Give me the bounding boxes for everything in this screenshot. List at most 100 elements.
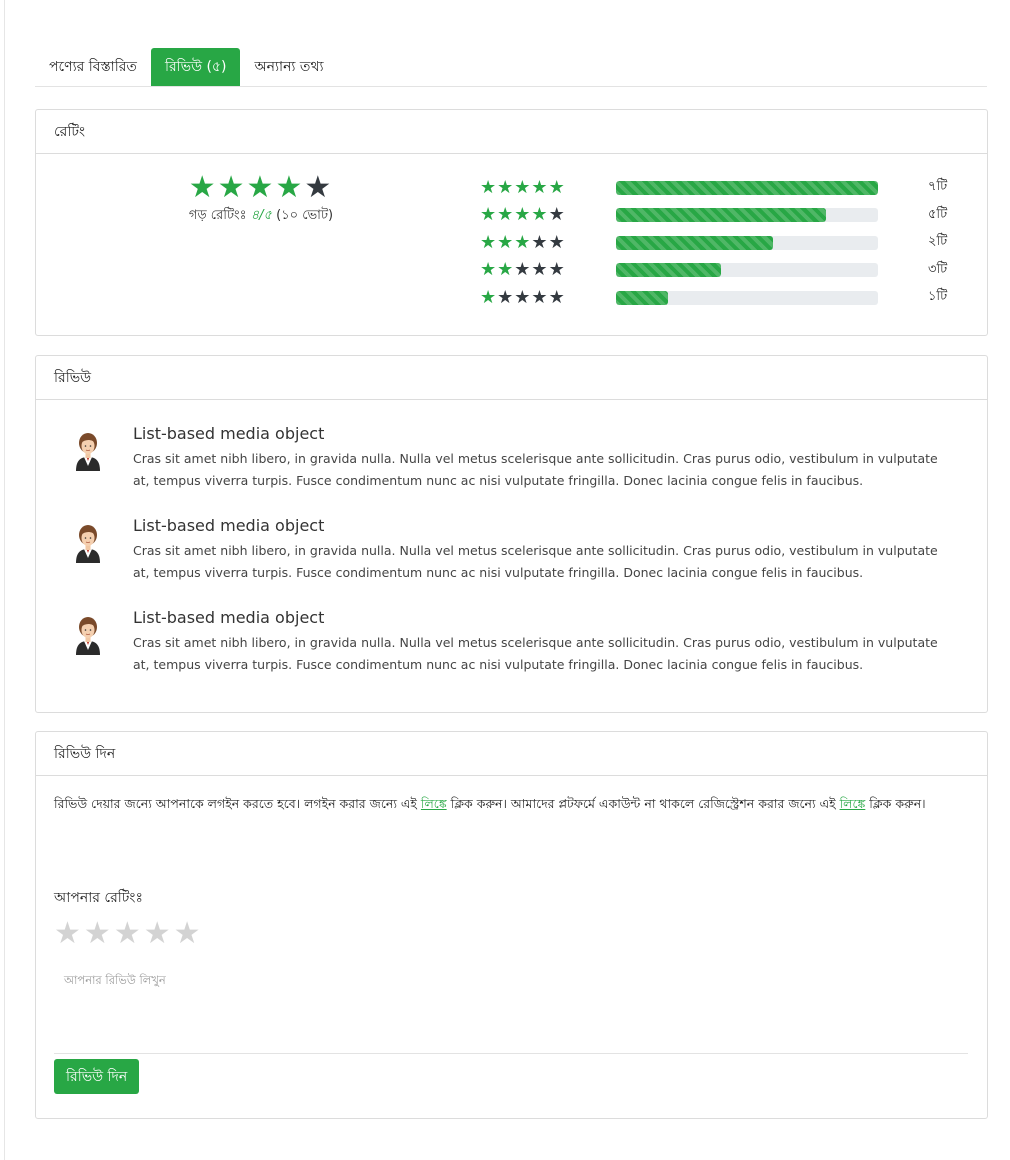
rating-distribution-row: ★★★★★ ৫টি	[480, 202, 980, 230]
average-rating-votes: (১০ ভোট)	[276, 208, 334, 223]
star-filled-icon: ★	[480, 204, 498, 226]
rating-progress-fill	[616, 208, 826, 223]
rating-progress-fill	[616, 180, 878, 195]
rating-progress-fill	[616, 290, 669, 305]
rating-row-count: ১টি	[928, 289, 948, 305]
review-body: List-based media object Cras sit amet nib…	[133, 606, 953, 676]
star-empty-icon: ★	[548, 286, 566, 308]
rating-distribution: ★★★★★ ৭টি ★★★★★ ৫টি ★★★★★ ২টি ★★★★★ ৩টি ★★★★★ ১টি	[480, 174, 980, 312]
review-title: List-based media object	[133, 424, 325, 443]
star-empty-icon: ★	[514, 259, 532, 281]
review-text: Cras sit amet nibh libero, in gravida nu…	[133, 451, 938, 488]
product-tabs: পণ্যের বিস্তারিত রিভিউ (৫) অন্যান্য তথ্য	[35, 48, 987, 87]
your-rating-label: আপনার রেটিংঃ	[54, 890, 143, 906]
write-review-panel: রিভিউ দিন রিভিউ দেয়ার জন্যে আপনাকে লগইন…	[35, 731, 988, 1119]
star-filled-icon: ★	[480, 259, 498, 281]
star-filled-icon: ★	[497, 231, 515, 253]
login-note-text-3: ক্লিক করুন।	[865, 796, 926, 811]
star-filled-icon: ★	[548, 176, 566, 198]
star-empty-icon: ★	[548, 204, 566, 226]
star-empty-icon: ★	[548, 259, 566, 281]
rating-row-stars: ★★★★★	[480, 176, 616, 198]
review-body: List-based media object Cras sit amet nib…	[133, 514, 953, 584]
login-note: রিভিউ দেয়ার জন্যে আপনাকে লগইন করতে হবে।…	[54, 794, 974, 814]
average-rating: ★★★★★ গড় রেটিংঃ ৪/৫ (১০ ভোট)	[156, 170, 366, 227]
star-filled-icon: ★	[246, 170, 276, 205]
login-note-text-1: রিভিউ দেয়ার জন্যে আপনাকে লগইন করতে হবে।…	[54, 796, 421, 811]
register-link[interactable]: লিঙ্কে	[840, 796, 866, 811]
page-left-border	[4, 0, 5, 1160]
average-rating-label: গড় রেটিংঃ	[188, 208, 247, 223]
star-filled-icon: ★	[531, 204, 549, 226]
rating-row-count: ৩টি	[928, 261, 948, 277]
review-text: Cras sit amet nibh libero, in gravida nu…	[133, 635, 938, 672]
rating-row-stars: ★★★★★	[480, 206, 616, 224]
star-filled-icon: ★	[480, 176, 498, 198]
submit-review-button[interactable]: রিভিউ দিন	[54, 1059, 140, 1094]
rating-distribution-row: ★★★★★ ৭টি	[480, 174, 980, 202]
tab-other-info[interactable]: অন্যান্য তথ্য	[240, 48, 337, 86]
rating-input-star-icon[interactable]: ★	[84, 916, 114, 951]
tab-reviews[interactable]: রিভিউ (৫)	[150, 48, 241, 86]
rating-input-star-icon[interactable]: ★	[114, 916, 144, 951]
reviews-panel: রিভিউ List-based media object Cras sit am…	[35, 355, 988, 713]
star-empty-icon: ★	[531, 286, 549, 308]
reviewer-avatar	[70, 428, 106, 472]
star-empty-icon: ★	[531, 231, 549, 253]
reviewer-avatar	[70, 612, 106, 656]
average-rating-text: গড় রেটিংঃ ৪/৫ (১০ ভোট)	[156, 206, 366, 227]
rating-progress-fill	[616, 235, 774, 250]
rating-row-count: ৫টি	[928, 206, 948, 222]
review-body: List-based media object Cras sit amet nib…	[133, 422, 953, 492]
star-empty-icon: ★	[497, 286, 515, 308]
rating-progress-bar	[616, 235, 878, 250]
star-filled-icon: ★	[531, 176, 549, 198]
star-filled-icon: ★	[514, 204, 532, 226]
rating-panel: রেটিং ★★★★★ গড় রেটিংঃ ৪/৫ (১০ ভোট) ★★★★…	[35, 109, 988, 336]
rating-distribution-row: ★★★★★ ২টি	[480, 229, 980, 257]
rating-panel-title: রেটিং	[36, 110, 987, 154]
star-empty-icon: ★	[548, 231, 566, 253]
rating-row-count: ২টি	[928, 234, 948, 250]
login-note-text-2: ক্লিক করুন। আমাদের প্লটফর্মে একাউন্ট না …	[446, 796, 840, 811]
star-filled-icon: ★	[275, 170, 305, 205]
tab-product-details[interactable]: পণ্যের বিস্তারিত	[35, 48, 151, 86]
write-review-panel-title: রিভিউ দিন	[36, 732, 987, 776]
star-filled-icon: ★	[514, 231, 532, 253]
star-filled-icon: ★	[497, 204, 515, 226]
rating-progress-bar	[616, 208, 878, 223]
rating-progress-bar	[616, 290, 878, 305]
star-filled-icon: ★	[497, 176, 515, 198]
star-empty-icon: ★	[514, 286, 532, 308]
review-textarea[interactable]	[54, 964, 968, 1054]
star-filled-icon: ★	[217, 170, 247, 205]
star-empty-icon: ★	[531, 259, 549, 281]
login-link[interactable]: লিঙ্কে	[421, 796, 447, 811]
rating-progress-bar	[616, 263, 878, 278]
rating-row-stars: ★★★★★	[480, 231, 616, 253]
star-filled-icon: ★	[188, 170, 218, 205]
star-filled-icon: ★	[480, 286, 498, 308]
reviews-panel-title: রিভিউ	[36, 356, 987, 400]
review-title: List-based media object	[133, 608, 325, 627]
rating-input-star-icon[interactable]: ★	[144, 916, 174, 951]
rating-progress-bar	[616, 180, 878, 195]
reviewer-avatar	[70, 520, 106, 564]
star-filled-icon: ★	[514, 176, 532, 198]
rating-input-stars: ★★★★★	[54, 916, 204, 952]
rating-progress-fill	[616, 263, 721, 278]
star-filled-icon: ★	[480, 231, 498, 253]
rating-input-star-icon[interactable]: ★	[54, 916, 84, 951]
average-rating-value: ৪/৫	[250, 208, 272, 223]
star-filled-icon: ★	[497, 259, 515, 281]
average-rating-stars: ★★★★★	[156, 170, 366, 206]
rating-row-stars: ★★★★★	[480, 286, 616, 308]
rating-row-count: ৭টি	[928, 179, 948, 195]
review-text: Cras sit amet nibh libero, in gravida nu…	[133, 543, 938, 580]
rating-distribution-row: ★★★★★ ১টি	[480, 284, 980, 312]
rating-input-star-icon[interactable]: ★	[174, 916, 204, 951]
rating-row-stars: ★★★★★	[480, 261, 616, 279]
review-title: List-based media object	[133, 516, 325, 535]
rating-distribution-row: ★★★★★ ৩টি	[480, 257, 980, 285]
star-empty-icon: ★	[304, 170, 334, 205]
